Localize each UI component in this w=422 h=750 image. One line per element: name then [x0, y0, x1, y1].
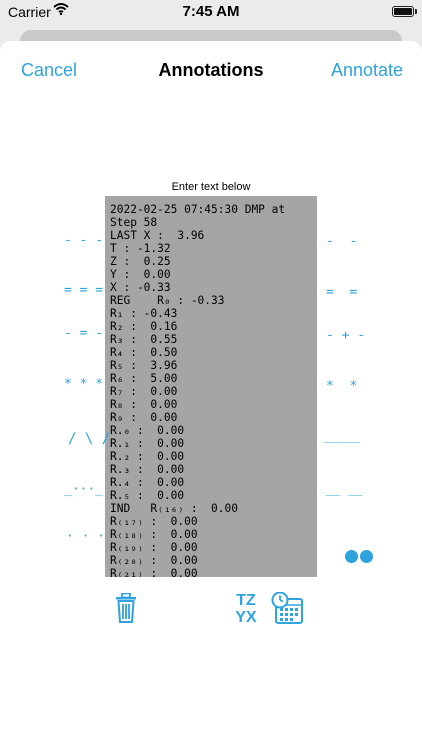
annotation-plus-button[interactable]: - + - [326, 327, 365, 345]
stack-label-top: TZ [236, 592, 256, 609]
annotation-spaced-dashes-button[interactable]: - - [326, 233, 357, 251]
filled-dot-icon [360, 550, 374, 563]
annotation-spaced-equals-button[interactable]: = = [326, 284, 357, 302]
annotation-double-underline-button[interactable]: __ __ [326, 480, 362, 498]
annotation-double-equals-button[interactable]: = = = [64, 282, 103, 300]
report-text: 2022-02-25 07:45:30 DMP at Step 58 LAST … [110, 203, 286, 577]
report-text-area[interactable]: 2022-02-25 07:45:30 DMP at Step 58 LAST … [105, 196, 317, 577]
trash-icon[interactable] [115, 593, 137, 623]
stack-label-bottom: YX [235, 609, 257, 626]
calendar-clock-icon[interactable] [270, 592, 304, 626]
annotation-underline-button[interactable]: _____ [324, 427, 360, 445]
status-time: 7:45 AM [182, 3, 240, 20]
annotate-button[interactable]: Annotate [331, 60, 403, 81]
annotation-filled-dots-button[interactable] [326, 531, 375, 567]
battery-icon [392, 6, 417, 17]
annotation-dashes-button[interactable]: - - - [64, 232, 103, 250]
enter-text-hint: Enter text below [171, 181, 251, 193]
stack-order-button[interactable]: TZ YX [234, 592, 258, 626]
status-bar: Carrier 7:45 AM [0, 0, 422, 26]
cancel-button[interactable]: Cancel [21, 60, 77, 81]
annotation-spaced-stars-button[interactable]: * * [326, 378, 357, 396]
annotation-slashes-button[interactable]: / \ / [68, 430, 110, 448]
annotation-stars-button[interactable]: * * * [64, 376, 103, 394]
annotation-underline-dots-button[interactable]: _···_ [64, 481, 103, 499]
filled-dot-icon [345, 550, 359, 563]
annotation-dots-button[interactable]: · · · [66, 528, 105, 546]
annotation-dash-equals-button[interactable]: - = - [64, 325, 103, 343]
